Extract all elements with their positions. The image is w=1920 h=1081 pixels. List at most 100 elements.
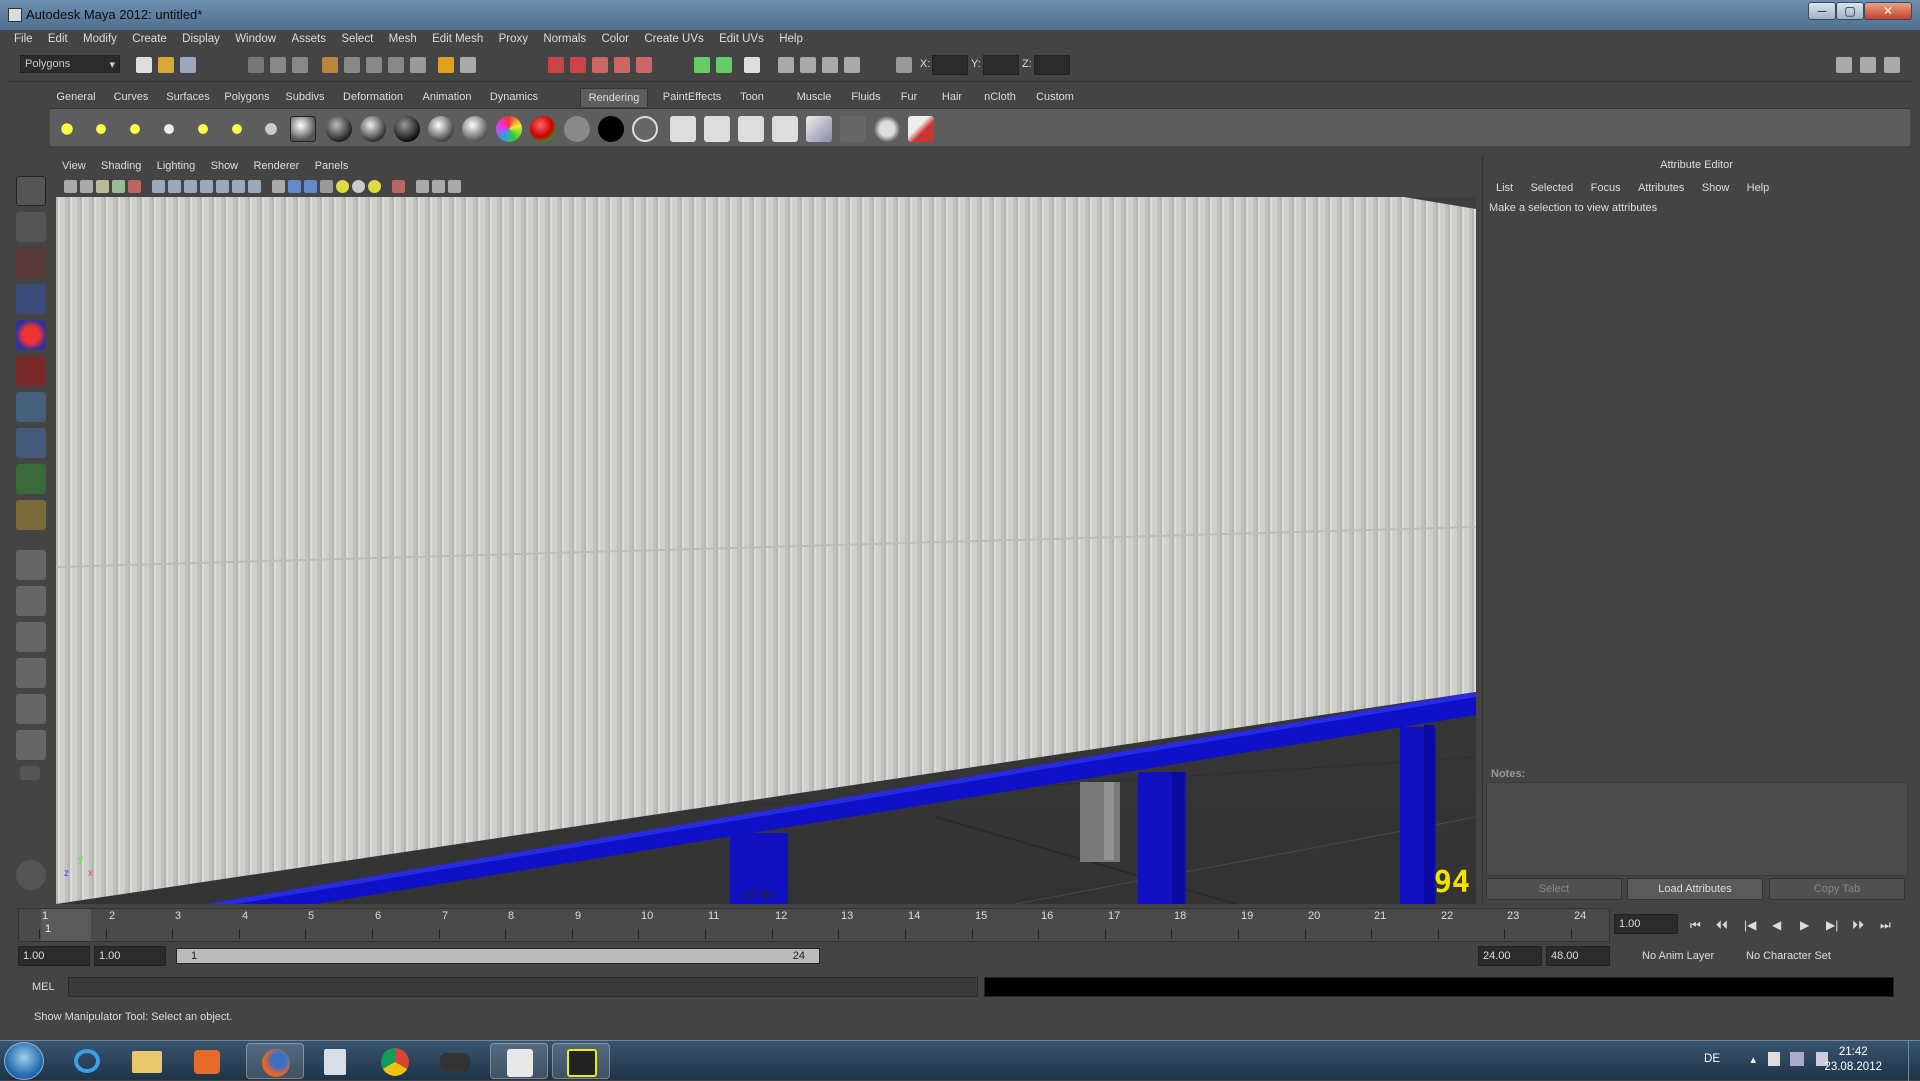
paint-brush-icon[interactable] [908, 116, 934, 142]
tab-hair[interactable]: Hair [938, 88, 966, 107]
resolution-gate-icon[interactable] [184, 180, 197, 193]
tab-ncloth[interactable]: nCloth [978, 88, 1022, 107]
current-time-marker[interactable]: 1 [41, 909, 91, 941]
play-forwards-button[interactable]: ▶ [1800, 918, 1809, 932]
volume-light-icon[interactable] [224, 116, 250, 142]
wireframe-on-shaded-icon[interactable] [304, 180, 317, 193]
tab-rendering[interactable]: Rendering [580, 88, 648, 107]
safe-title-icon[interactable] [248, 180, 261, 193]
ramp-shader-icon[interactable] [496, 116, 522, 142]
isolate-select-icon[interactable] [392, 180, 405, 193]
menu-create[interactable]: Create [126, 30, 173, 45]
spot-light-icon[interactable] [156, 116, 182, 142]
show-channel-box-icon[interactable] [1884, 57, 1900, 73]
viewport-menu-renderer[interactable]: Renderer [247, 158, 305, 174]
animation-start-field[interactable]: 1.00 [18, 946, 90, 966]
snap-curve-icon[interactable] [344, 57, 360, 73]
show-hidden-icons-icon[interactable]: ▴ [1750, 1053, 1756, 1066]
area-light-icon[interactable] [190, 116, 216, 142]
film-gate-icon[interactable] [168, 180, 181, 193]
render-frame-icon[interactable] [548, 57, 564, 73]
calculator-icon[interactable] [306, 1043, 364, 1079]
character-set-selector[interactable]: No Character Set [1746, 950, 1831, 962]
wireframe-icon[interactable] [272, 180, 285, 193]
paint-select-tool-icon[interactable] [16, 248, 46, 278]
render-current-frame-icon[interactable] [670, 116, 696, 142]
make-live-icon[interactable] [410, 57, 426, 73]
input-line-icon[interactable] [716, 57, 732, 73]
history-icon[interactable] [438, 57, 454, 73]
maya-app-icon[interactable] [8, 8, 22, 22]
load-attributes-button[interactable]: Load Attributes [1627, 878, 1763, 900]
step-forward-key-button[interactable]: ⏵⏵ [1852, 918, 1864, 933]
fog-icon[interactable] [258, 116, 284, 142]
select-object-icon[interactable] [270, 57, 286, 73]
render-view-icon[interactable] [636, 57, 652, 73]
layered-shader-icon[interactable] [462, 116, 488, 142]
playback-start-field[interactable]: 1.00 [94, 946, 166, 966]
z-coord-field[interactable] [1034, 55, 1070, 75]
toggle-channel-icon[interactable] [844, 57, 860, 73]
media-player-icon[interactable] [178, 1043, 236, 1079]
go-to-start-button[interactable]: ⏮ [1690, 918, 1701, 933]
tab-muscle[interactable]: Muscle [792, 88, 836, 107]
select-hierarchy-icon[interactable] [248, 57, 264, 73]
shading-map-icon[interactable] [530, 116, 556, 142]
menu-help[interactable]: Help [773, 30, 809, 45]
time-slider[interactable]: 1 1 2 3 4 5 6 7 8 9 10 11 12 13 14 15 16 17 18 19 20 21 22 23 24 [18, 908, 1610, 942]
ipr-icon[interactable] [704, 116, 730, 142]
light-linking-icon[interactable] [874, 116, 900, 142]
action-center-flag-icon[interactable] [1768, 1052, 1780, 1066]
phong-material-icon[interactable] [360, 116, 386, 142]
lasso-tool-icon[interactable] [16, 212, 46, 242]
firefox-icon[interactable] [246, 1043, 304, 1079]
point-light-icon[interactable] [122, 116, 148, 142]
tab-fur[interactable]: Fur [896, 88, 922, 107]
gate-mask-icon[interactable] [200, 180, 213, 193]
menu-select[interactable]: Select [335, 30, 379, 45]
menu-edit-uvs[interactable]: Edit UVs [713, 30, 770, 45]
hair-tube-shader-icon[interactable] [632, 116, 658, 142]
use-all-lights-icon[interactable] [336, 180, 349, 193]
command-input[interactable] [68, 977, 978, 997]
camera-attributes-icon[interactable] [80, 180, 93, 193]
select-component-icon[interactable] [292, 57, 308, 73]
ae-menu-list[interactable]: List [1489, 182, 1520, 194]
safe-action-icon[interactable] [232, 180, 245, 193]
menu-modify[interactable]: Modify [77, 30, 123, 45]
scale-tool-icon[interactable] [16, 356, 46, 386]
animation-end-field[interactable]: 48.00 [1546, 946, 1610, 966]
ae-menu-selected[interactable]: Selected [1523, 182, 1580, 194]
game-app-icon[interactable] [426, 1043, 484, 1079]
step-back-key-button[interactable]: ⏴⏴ [1716, 918, 1728, 933]
menu-proxy[interactable]: Proxy [493, 30, 534, 45]
ae-menu-show[interactable]: Show [1695, 182, 1737, 194]
x-ray-joints-icon[interactable] [432, 180, 445, 193]
use-background-icon[interactable] [598, 116, 624, 142]
hypershade-persp-layout-icon[interactable] [16, 694, 46, 724]
2d-pan-zoom-icon[interactable] [128, 180, 141, 193]
menu-mesh[interactable]: Mesh [383, 30, 423, 45]
tab-custom[interactable]: Custom [1030, 88, 1080, 107]
viewport-menu-view[interactable]: View [56, 158, 92, 174]
toggle-attribute-icon[interactable] [822, 57, 838, 73]
render-region-icon[interactable] [694, 57, 710, 73]
image-plane-icon[interactable] [112, 180, 125, 193]
grid-icon[interactable] [152, 180, 165, 193]
tab-subdivs[interactable]: Subdivs [282, 88, 328, 107]
tab-curves[interactable]: Curves [108, 88, 154, 107]
persp-outliner-layout-icon[interactable] [16, 622, 46, 652]
bookmarks-icon[interactable] [96, 180, 109, 193]
hypershade-shelf-icon[interactable] [806, 116, 832, 142]
render-view-shelf-icon[interactable] [840, 116, 866, 142]
blinn-material-icon[interactable] [290, 116, 316, 142]
copy-tab-button[interactable]: Copy Tab [1769, 878, 1905, 900]
new-scene-icon[interactable] [136, 57, 152, 73]
viewport-menu-show[interactable]: Show [205, 158, 245, 174]
viewport-menu-panels[interactable]: Panels [309, 158, 355, 174]
step-back-frame-button[interactable]: |◀ [1744, 918, 1756, 932]
viewport-menu-shading[interactable]: Shading [95, 158, 147, 174]
maximize-button[interactable]: ▢ [1836, 2, 1864, 20]
menu-edit[interactable]: Edit [42, 30, 74, 45]
perspective-viewport[interactable]: y z x persp 94 [56, 197, 1476, 904]
